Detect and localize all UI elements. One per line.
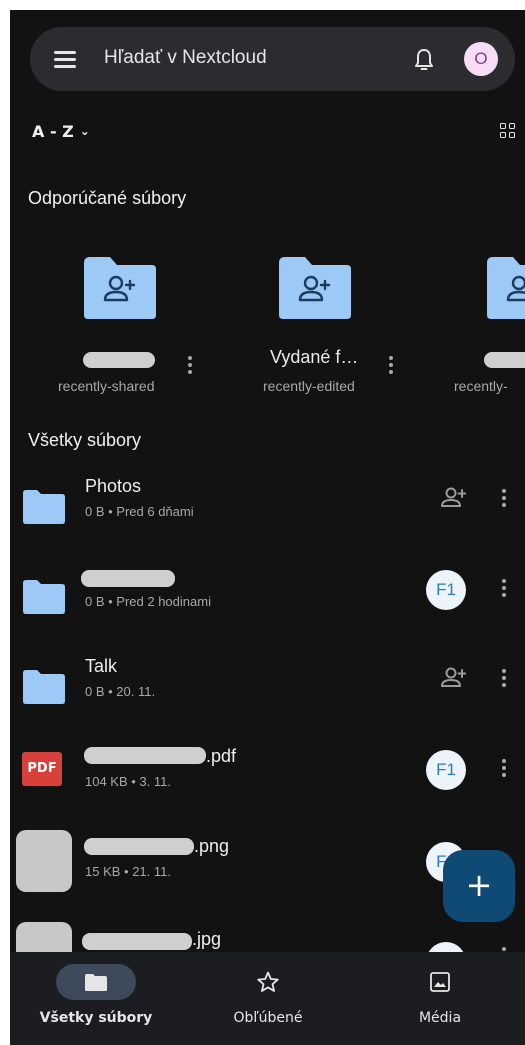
bottom-navigation: Všetky súbory Obľúbené Média — [10, 952, 525, 1045]
image-icon — [430, 972, 450, 992]
blurred-name — [81, 570, 175, 587]
nav-media[interactable]: Média — [354, 964, 525, 1026]
owner-badge[interactable]: F1 — [426, 750, 466, 790]
share-icon[interactable] — [440, 486, 466, 508]
recommended-subtitle: recently- — [454, 378, 508, 394]
grid-view-icon[interactable] — [500, 123, 516, 139]
folder-icon — [23, 670, 65, 704]
nav-label: Média — [418, 1010, 462, 1026]
all-files-title: Všetky súbory — [28, 430, 142, 450]
more-options-icon[interactable] — [501, 758, 507, 778]
file-meta: 0 B • 20. 11. — [85, 684, 156, 699]
sort-label: A - Z — [32, 122, 74, 141]
nav-indicator — [400, 964, 480, 1000]
blurred-name — [84, 838, 194, 855]
nav-favorites[interactable]: Obľúbené — [182, 964, 354, 1026]
share-icon[interactable] — [440, 666, 466, 688]
pdf-file-icon: PDF — [22, 752, 62, 786]
file-row[interactable]: 0 B • Pred 2 hodinami F1 — [10, 560, 525, 650]
chevron-down-icon: ⌄ — [79, 124, 90, 138]
blurred-name — [83, 352, 155, 368]
notification-bell-icon[interactable] — [412, 47, 436, 73]
search-placeholder[interactable]: Hľadať v Nextcloud — [104, 47, 267, 69]
file-row[interactable]: Photos 0 B • Pred 6 dňami — [10, 470, 525, 560]
more-options-icon[interactable] — [388, 355, 394, 375]
file-meta: 0 B • Pred 6 dňami — [85, 504, 194, 519]
shared-folder-icon — [279, 257, 351, 319]
more-options-icon[interactable] — [501, 488, 507, 508]
nav-all-files[interactable]: Všetky súbory — [10, 964, 182, 1026]
file-meta: 15 KB • 21. 11. — [85, 864, 171, 879]
file-meta: 0 B • Pred 2 hodinami — [85, 594, 211, 609]
folder-icon — [23, 490, 65, 524]
search-bar[interactable]: Hľadať v Nextcloud O — [30, 27, 515, 91]
file-meta: 104 KB • 3. 11. — [85, 774, 171, 789]
image-thumbnail — [16, 830, 72, 892]
shared-folder-icon — [487, 257, 525, 319]
file-extension: .png — [194, 836, 230, 856]
owner-badge[interactable]: F1 — [426, 570, 466, 610]
recommended-item[interactable]: recently-shared — [20, 255, 220, 405]
file-row[interactable]: Talk 0 B • 20. 11. — [10, 650, 525, 740]
recommended-name: Vydané f… — [270, 347, 359, 367]
shared-folder-icon — [84, 257, 156, 319]
account-avatar[interactable]: O — [464, 42, 498, 76]
more-options-icon[interactable] — [187, 355, 193, 375]
file-name: Photos — [85, 476, 142, 496]
blurred-name — [82, 933, 192, 950]
recommended-item[interactable]: Vydané f… recently-edited — [225, 255, 425, 405]
more-options-icon[interactable] — [501, 578, 507, 598]
nav-label: Obľúbené — [233, 1010, 303, 1026]
file-row[interactable]: PDF .pdf 104 KB • 3. 11. F1 — [10, 740, 525, 830]
app-screen: Hľadať v Nextcloud O A - Z ⌄ Odporúčané s… — [10, 10, 525, 1045]
blurred-name — [484, 352, 525, 368]
sort-selector[interactable]: A - Z ⌄ — [32, 122, 90, 141]
recommended-subtitle: recently-edited — [263, 378, 355, 394]
nav-label: Všetky súbory — [39, 1010, 153, 1026]
file-extension: .jpg — [192, 929, 222, 949]
file-extension: .pdf — [206, 746, 237, 766]
more-options-icon[interactable] — [501, 668, 507, 688]
recommended-title: Odporúčané súbory — [28, 188, 187, 208]
folder-icon — [85, 974, 107, 991]
file-name: Talk — [85, 656, 118, 676]
folder-icon — [23, 580, 65, 614]
blurred-name — [84, 747, 206, 764]
recommended-item[interactable]: recently- — [430, 255, 525, 405]
add-fab-button[interactable]: + — [443, 850, 515, 922]
nav-active-indicator — [56, 964, 136, 1000]
menu-icon[interactable] — [54, 51, 76, 68]
nav-indicator — [228, 964, 308, 1000]
recommended-subtitle: recently-shared — [58, 378, 155, 394]
star-icon — [257, 971, 279, 992]
